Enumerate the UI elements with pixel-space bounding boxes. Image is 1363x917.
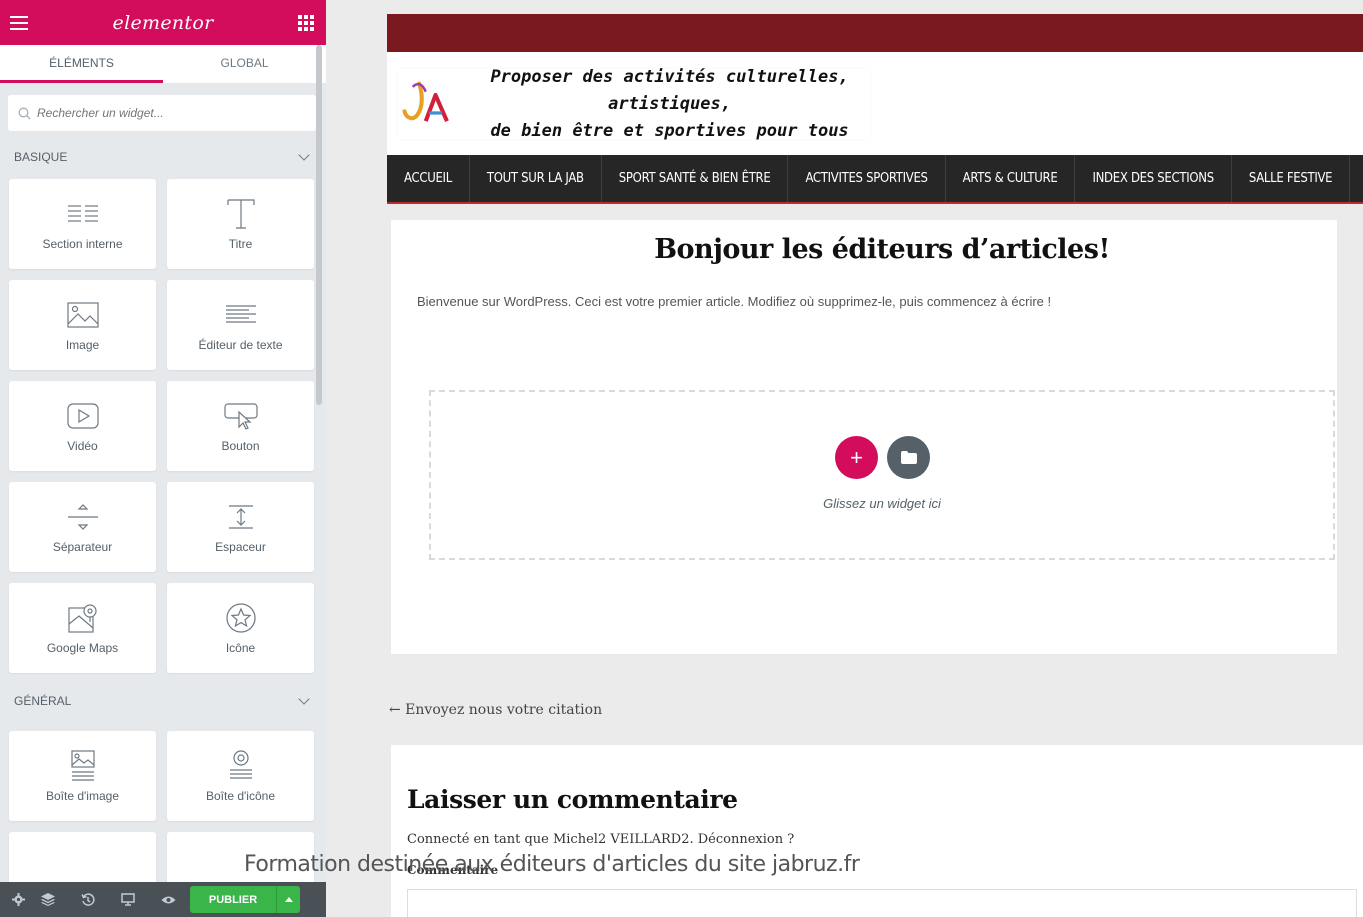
nav-item-salle-festive[interactable]: SALLE FESTIVE bbox=[1232, 155, 1351, 202]
logged-in-text[interactable]: Connecté en tant que Michel2 VEILLARD2. … bbox=[407, 832, 794, 847]
divider-icon bbox=[67, 500, 99, 534]
elementor-logo: elementor bbox=[112, 11, 214, 34]
widget-label: Éditeur de texte bbox=[198, 338, 283, 352]
menu-icon[interactable] bbox=[10, 15, 28, 30]
widget-button[interactable]: Bouton bbox=[167, 381, 314, 471]
preview-eye-icon[interactable] bbox=[148, 882, 188, 917]
overlay-caption: Formation destinée aux éditeurs d'articl… bbox=[244, 852, 860, 877]
article: Bonjour les éditeurs d’articles! Bienven… bbox=[391, 220, 1337, 654]
category-basique[interactable]: BASIQUE bbox=[0, 143, 326, 171]
publish-options-button[interactable] bbox=[276, 886, 300, 913]
image-icon bbox=[66, 298, 99, 332]
comments-section: Laisser un commentaire Connecté en tant … bbox=[391, 745, 1363, 917]
panel-scrollbar[interactable] bbox=[316, 45, 322, 405]
category-label: GÉNÉRAL bbox=[14, 694, 72, 708]
widget-image-box[interactable]: Boîte d'image bbox=[9, 731, 156, 821]
widget-label: Bouton bbox=[221, 439, 260, 453]
comment-textarea[interactable] bbox=[407, 889, 1357, 917]
article-body[interactable]: Bienvenue sur WordPress. Ceci est votre … bbox=[417, 294, 1051, 309]
inner-section-icon bbox=[67, 197, 99, 231]
comments-title: Laisser un commentaire bbox=[407, 785, 738, 814]
text-editor-icon bbox=[225, 298, 257, 332]
widget-image[interactable]: Image bbox=[9, 280, 156, 370]
widget-label: Espaceur bbox=[215, 540, 266, 554]
jab-logo-icon bbox=[402, 81, 449, 122]
widget-label: Boîte d'image bbox=[45, 789, 119, 803]
map-icon bbox=[67, 601, 99, 635]
article-title[interactable]: Bonjour les éditeurs d’articles! bbox=[391, 234, 1363, 265]
widget-video[interactable]: Vidéo bbox=[9, 381, 156, 471]
widgets-basique: Section interne Titre Image Éditeur de t… bbox=[0, 171, 326, 673]
spacer-icon bbox=[225, 500, 257, 534]
category-general[interactable]: GÉNÉRAL bbox=[0, 687, 326, 715]
site-nav: ACCUEIL TOUT SUR LA JAB SPORT SANTÉ & BI… bbox=[387, 155, 1363, 204]
widget-google-maps[interactable]: Google Maps bbox=[9, 583, 156, 673]
widget-label: Titre bbox=[228, 237, 253, 251]
plus-icon: + bbox=[850, 444, 863, 470]
responsive-icon[interactable] bbox=[108, 882, 148, 917]
widget-heading[interactable]: Titre bbox=[167, 179, 314, 269]
nav-item-activites-sportives[interactable]: ACTIVITES SPORTIVES bbox=[788, 155, 946, 202]
layers-icon[interactable] bbox=[28, 882, 68, 917]
widget-divider[interactable]: Séparateur bbox=[9, 482, 156, 572]
widget-dropzone[interactable]: + Glissez un widget ici bbox=[429, 390, 1335, 560]
widget-spacer[interactable]: Espaceur bbox=[167, 482, 314, 572]
previous-post-link[interactable]: ← Envoyez nous votre citation bbox=[389, 702, 602, 718]
site-logo[interactable]: Proposer des activités culturelles, arti… bbox=[398, 67, 870, 141]
widget-icon[interactable]: Icône bbox=[167, 583, 314, 673]
nav-item-sport-sante[interactable]: SPORT SANTÉ & BIEN ÊTRE bbox=[602, 155, 789, 202]
add-template-button[interactable] bbox=[887, 436, 930, 479]
heading-icon bbox=[225, 197, 257, 231]
image-box-icon bbox=[70, 749, 96, 783]
history-icon[interactable] bbox=[68, 882, 108, 917]
nav-item-accueil[interactable]: ACCUEIL bbox=[387, 155, 470, 202]
tab-global[interactable]: GLOBAL bbox=[163, 45, 326, 83]
widget-label: Boîte d'icône bbox=[205, 789, 275, 803]
dropzone-text: Glissez un widget ici bbox=[823, 496, 941, 511]
video-icon bbox=[66, 399, 99, 433]
widget-label: Google Maps bbox=[46, 641, 119, 655]
icon-box-icon bbox=[228, 749, 254, 783]
panel-tabs: ÉLÉMENTS GLOBAL bbox=[0, 45, 326, 83]
widget-label: Icône bbox=[225, 641, 256, 655]
tab-elements[interactable]: ÉLÉMENTS bbox=[0, 45, 163, 83]
widget-label: Image bbox=[65, 338, 100, 352]
settings-icon[interactable] bbox=[8, 882, 28, 917]
chevron-down-icon bbox=[298, 693, 310, 705]
widget-label: Vidéo bbox=[67, 439, 98, 453]
add-section-button[interactable]: + bbox=[835, 436, 878, 479]
widget-label: Section interne bbox=[42, 237, 123, 251]
folder-icon bbox=[900, 451, 917, 464]
search-input[interactable] bbox=[37, 106, 297, 120]
elementor-panel: elementor ÉLÉMENTS GLOBAL BASIQUE Sectio… bbox=[0, 0, 326, 917]
widget-text-editor[interactable]: Éditeur de texte bbox=[167, 280, 314, 370]
search-box bbox=[8, 95, 316, 131]
widget-icon-box[interactable]: Boîte d'icône bbox=[167, 731, 314, 821]
nav-item-arts-culture[interactable]: ARTS & CULTURE bbox=[946, 155, 1076, 202]
site-tagline: Proposer des activités culturelles, arti… bbox=[490, 66, 849, 141]
site-preview: Proposer des activités culturelles, arti… bbox=[326, 0, 1363, 917]
button-icon bbox=[223, 399, 258, 433]
nav-item-tout-sur-la-jab[interactable]: TOUT SUR LA JAB bbox=[470, 155, 602, 202]
star-icon bbox=[225, 601, 257, 635]
widgets-grid-icon[interactable] bbox=[297, 14, 314, 31]
widget-label: Séparateur bbox=[52, 540, 113, 554]
search-wrapper bbox=[0, 83, 326, 143]
panel-header: elementor bbox=[0, 0, 326, 45]
caret-up-icon bbox=[284, 897, 293, 902]
search-icon bbox=[18, 107, 31, 119]
site-topbar bbox=[387, 14, 1363, 52]
widget-inner-section[interactable]: Section interne bbox=[9, 179, 156, 269]
panel-footer: PUBLIER bbox=[0, 882, 326, 917]
category-label: BASIQUE bbox=[14, 150, 68, 164]
nav-item-index-sections[interactable]: INDEX DES SECTIONS bbox=[1075, 155, 1232, 202]
publish-button[interactable]: PUBLIER bbox=[190, 886, 276, 913]
chevron-down-icon bbox=[298, 149, 310, 161]
site-header: Proposer des activités culturelles, arti… bbox=[387, 52, 1363, 155]
